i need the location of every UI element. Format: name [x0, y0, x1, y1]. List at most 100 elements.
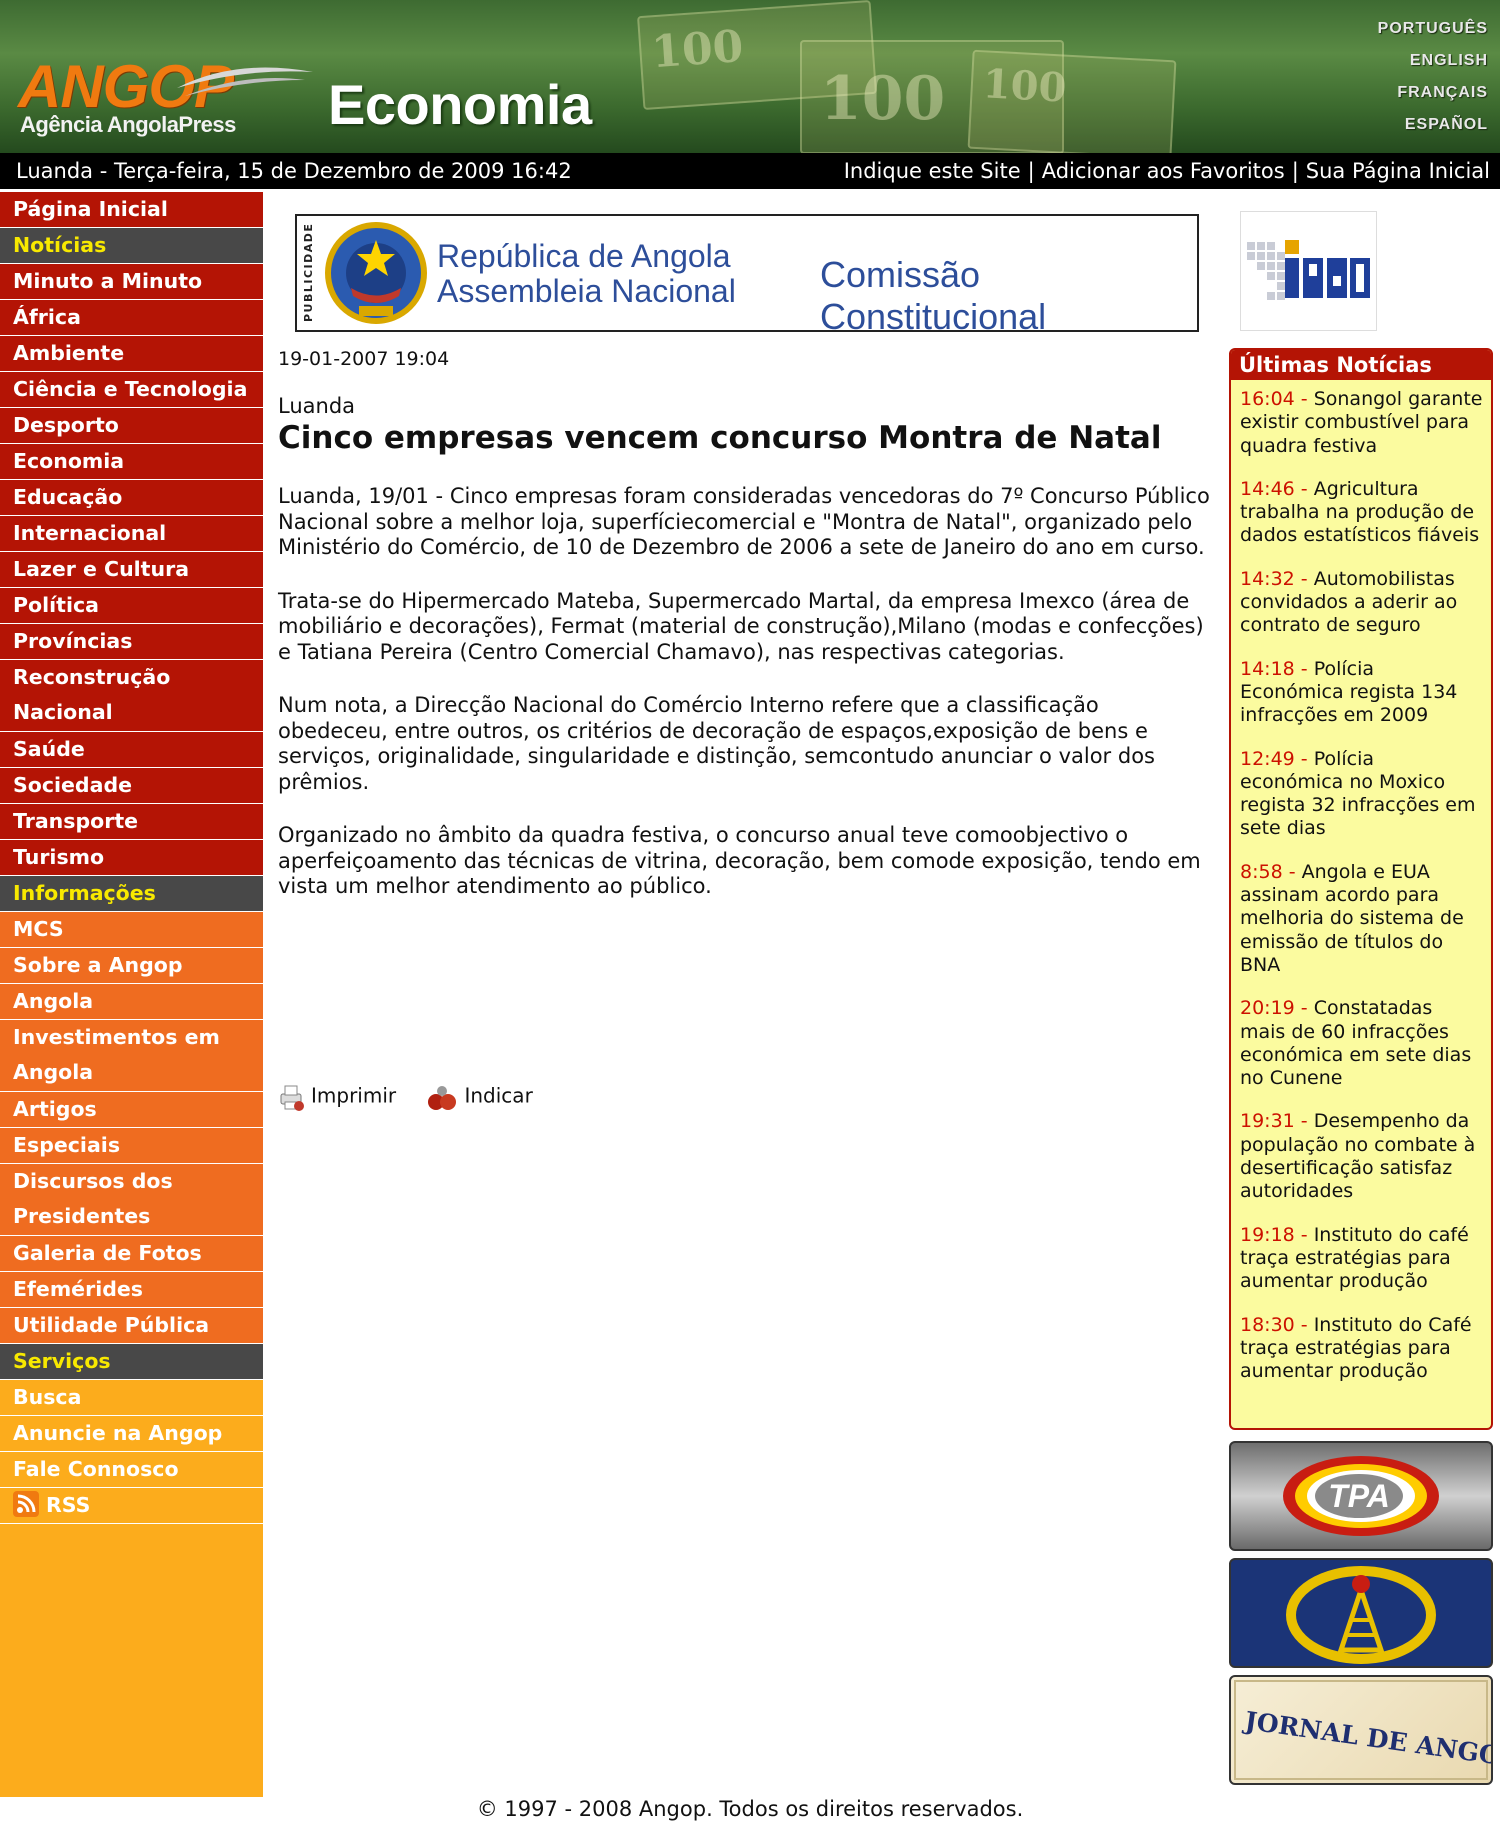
news-item[interactable]: 18:30 - Instituto do Café traça estratég… — [1240, 1314, 1483, 1384]
nav-item-utilidade-publica[interactable]: Utilidade Pública — [0, 1308, 263, 1344]
nav-item-fale-connosco[interactable]: Fale Connosco — [0, 1452, 263, 1488]
nav-label: Sobre a Angop — [13, 953, 183, 977]
jornal-de-angola-icon: JORNAL DE ANGOLA — [1234, 1680, 1491, 1780]
logo-tagline: Agência AngolaPress — [20, 112, 236, 137]
news-time: 8:58 - — [1240, 860, 1296, 883]
article-paragraph: Trata-se do Hipermercado Mateba, Superme… — [278, 588, 1204, 664]
link-recommend-site[interactable]: Indique este Site — [844, 159, 1021, 183]
news-time: 14:32 - — [1240, 567, 1308, 590]
news-item[interactable]: 14:46 - Agricultura trabalha na produção… — [1240, 478, 1483, 548]
nav-item-especiais[interactable]: Especiais — [0, 1128, 263, 1164]
nav-item-minuto-a-minuto[interactable]: Minuto a Minuto — [0, 264, 263, 300]
nav-item-transporte[interactable]: Transporte — [0, 804, 263, 840]
article-title: Cinco empresas vencem concurso Montra de… — [278, 420, 1162, 456]
news-time: 20:19 - — [1240, 997, 1308, 1020]
nav-item-investimentos-em-angola[interactable]: Investimentos em Angola — [0, 1020, 263, 1092]
nav-item-galeria-de-fotos[interactable]: Galeria de Fotos — [0, 1236, 263, 1272]
nav-label: Sociedade — [13, 773, 133, 797]
section-title: Economia — [328, 73, 592, 136]
nav-label: Utilidade Pública — [13, 1313, 210, 1337]
nav-item-saude[interactable]: Saúde — [0, 732, 263, 768]
banner-line-2: Assembleia Nacional — [437, 273, 736, 309]
nav-item-ambiente[interactable]: Ambiente — [0, 336, 263, 372]
nav-item-turismo[interactable]: Turismo — [0, 840, 263, 876]
ipad-ad[interactable] — [1240, 211, 1377, 331]
banner-line-1: República de Angola — [437, 238, 731, 274]
nav-label: Reconstrução Nacional — [13, 665, 171, 724]
nav-item-discursos-dos-presidentes[interactable]: Discursos dos Presidentes — [0, 1164, 263, 1236]
nav-item-provincias[interactable]: Províncias — [0, 624, 263, 660]
logo-swoosh-icon — [177, 67, 313, 96]
current-date: Luanda - Terça-feira, 15 de Dezembro de … — [16, 159, 572, 183]
nav-item-africa[interactable]: África — [0, 300, 263, 336]
nav-label: Galeria de Fotos — [13, 1241, 202, 1265]
nav-label: Notícias — [13, 233, 107, 257]
radio-tower-icon — [1286, 1566, 1436, 1664]
link-set-homepage[interactable]: Sua Página Inicial — [1306, 159, 1490, 183]
banner-line-3: Comissão Constitucional — [820, 254, 1047, 332]
radio-nacional-logo[interactable] — [1229, 1558, 1493, 1668]
nav-item-economia[interactable]: Economia — [0, 444, 263, 480]
news-time: 19:31 - — [1240, 1110, 1308, 1133]
nav-label: Angola — [13, 989, 94, 1013]
nav-label: Página Inicial — [13, 197, 168, 221]
news-item[interactable]: 14:18 - Polícia Económica regista 134 in… — [1240, 658, 1483, 728]
article-paragraph: Num nota, a Direcção Nacional do Comérci… — [278, 693, 1155, 794]
recommend-button[interactable]: Indicar — [424, 1082, 533, 1112]
nav-item-sobre-a-angop[interactable]: Sobre a Angop — [0, 948, 263, 984]
footer-copyright: © 1997 - 2008 Angop. Todos os direitos r… — [476, 1797, 1024, 1821]
news-time: 14:46 - — [1240, 477, 1308, 500]
nav-item-internacional[interactable]: Internacional — [0, 516, 263, 552]
latest-news-panel: Últimas Notícias 16:04 - Sonangol garant… — [1229, 348, 1493, 1430]
nav-item-efemerides[interactable]: Efemérides — [0, 1272, 263, 1308]
nav-item-busca[interactable]: Busca — [0, 1380, 263, 1416]
nav-item-pagina-inicial[interactable]: Página Inicial — [0, 192, 263, 228]
article-place: Luanda — [278, 394, 356, 418]
nav-label: Anuncie na Angop — [13, 1421, 223, 1445]
news-item[interactable]: 16:04 - Sonangol garante existir combust… — [1240, 388, 1483, 458]
news-time: 16:04 - — [1240, 388, 1308, 410]
nav-item-sociedade[interactable]: Sociedade — [0, 768, 263, 804]
nav-label: Saúde — [13, 737, 85, 761]
news-item[interactable]: 19:18 - Instituto do café traça estratég… — [1240, 1224, 1483, 1294]
link-add-favorites[interactable]: Adicionar aos Favoritos — [1042, 159, 1285, 183]
news-item[interactable]: 12:49 - Polícia económica no Moxico regi… — [1240, 748, 1483, 841]
nav-item-rss[interactable]: RSS — [0, 1488, 263, 1524]
jornal-de-angola-logo[interactable]: JORNAL DE ANGOLA — [1229, 1675, 1493, 1785]
nav-label: Política — [13, 593, 99, 617]
print-button[interactable]: Imprimir — [277, 1082, 396, 1112]
nav-item-desporto[interactable]: Desporto — [0, 408, 263, 444]
nav-label: Economia — [13, 449, 125, 473]
news-item[interactable]: 8:58 - Angola e EUA assinam acordo para … — [1240, 861, 1483, 977]
nav-item-anuncie-na-angop[interactable]: Anuncie na Angop — [0, 1416, 263, 1452]
banknote-decoration: 100 — [967, 49, 1177, 153]
top-bar: Luanda - Terça-feira, 15 de Dezembro de … — [0, 153, 1500, 189]
nav-item-politica[interactable]: Política — [0, 588, 263, 624]
left-navigation: Página Inicial Notícias Minuto a Minuto Áfr… — [0, 192, 263, 1797]
nav-item-reconstrucao-nacional[interactable]: Reconstrução Nacional — [0, 660, 263, 732]
nav-item-educacao[interactable]: Educação — [0, 480, 263, 516]
ipad-logo-icon — [1247, 240, 1370, 300]
news-item[interactable]: 19:31 - Desempenho da população no comba… — [1240, 1110, 1483, 1203]
nav-section-servicos: Serviços — [0, 1344, 263, 1380]
nav-item-artigos[interactable]: Artigos — [0, 1092, 263, 1128]
nav-item-angola[interactable]: Angola — [0, 984, 263, 1020]
nav-item-lazer-e-cultura[interactable]: Lazer e Cultura — [0, 552, 263, 588]
ad-banner[interactable]: PUBLICIDADE República de Angola Assemble… — [295, 214, 1199, 332]
tpa-logo[interactable]: TPA — [1229, 1441, 1493, 1551]
news-time: 19:18 - — [1240, 1223, 1308, 1246]
news-item[interactable]: 14:32 - Automobilistas convidados a ader… — [1240, 568, 1483, 638]
nav-label: Transporte — [13, 809, 139, 833]
publicidade-label: PUBLICIDADE — [302, 223, 315, 322]
news-item[interactable]: 20:19 - Constatadas mais de 60 infracçõe… — [1240, 997, 1483, 1090]
rss-icon — [13, 1491, 39, 1517]
lang-espanol[interactable]: ESPAÑOL — [1378, 112, 1488, 144]
lang-portugues[interactable]: PORTUGUÊS — [1378, 16, 1488, 48]
nav-item-mcs[interactable]: MCS — [0, 912, 263, 948]
nav-label: Investimentos em Angola — [13, 1025, 220, 1084]
lang-francais[interactable]: FRANÇAIS — [1378, 80, 1488, 112]
nav-item-ciencia-e-tecnologia[interactable]: Ciência e Tecnologia — [0, 372, 263, 408]
news-time: 18:30 - — [1240, 1313, 1308, 1336]
lang-english[interactable]: ENGLISH — [1378, 48, 1488, 80]
nav-label: Ciência e Tecnologia — [13, 377, 248, 401]
